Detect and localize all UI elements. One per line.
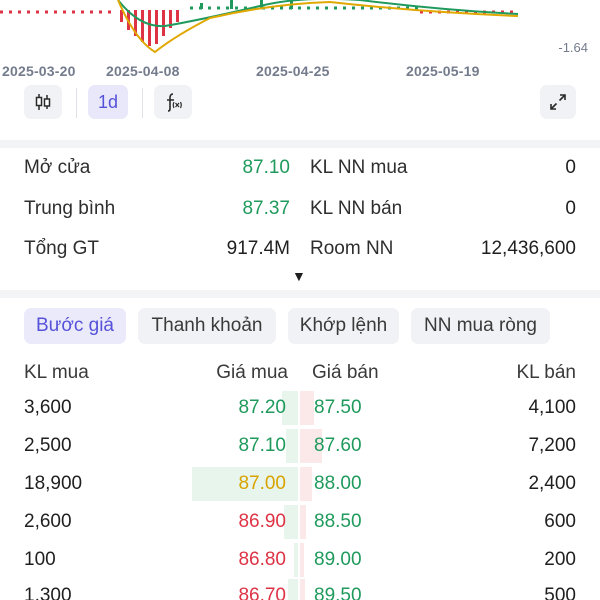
x-axis-label: 2025-03-20 [2, 63, 76, 79]
ask-price-header: Giá bán [312, 362, 379, 383]
x-axis-label: 2025-04-25 [256, 63, 330, 79]
histogram-bar [176, 10, 179, 22]
tab-label: Bước giá [36, 315, 114, 336]
bid-depth-bar [286, 429, 298, 463]
ask-price: 88.00 [314, 473, 362, 494]
average-value: 87.37 [242, 198, 290, 219]
foreign-room-label: Room NN [310, 238, 394, 259]
ask-depth-bar [300, 543, 304, 577]
bid-volume: 1,300 [24, 585, 72, 600]
x-axis-label: 2025-04-08 [106, 63, 180, 79]
ask-price: 88.50 [314, 511, 362, 532]
info-row-open: Mở cửa 87.10 KL NN mua 0 [0, 157, 600, 197]
macd-chart[interactable]: 2025-03-20 2025-04-08 2025-04-25 2025-05… [0, 0, 600, 82]
ask-volume-header: KL bán [516, 362, 576, 383]
expand-chart-button[interactable] [540, 85, 576, 119]
tab-matched-orders[interactable]: Khớp lệnh [288, 308, 399, 344]
section-divider [0, 140, 600, 148]
ask-price: 87.60 [314, 435, 362, 456]
toolbar-separator [142, 88, 143, 118]
bid-depth-bar [294, 543, 298, 577]
foreign-buy-label: KL NN mua [310, 157, 408, 178]
bid-price-header: Giá mua [216, 362, 288, 383]
bid-volume: 100 [24, 549, 56, 570]
ask-volume: 200 [544, 549, 576, 570]
foreign-sell-label: KL NN bán [310, 198, 403, 219]
candlestick-icon [35, 94, 51, 110]
interval-button[interactable]: 1d [88, 85, 128, 119]
ask-volume: 2,400 [528, 473, 576, 494]
ask-depth-bar [300, 579, 305, 600]
orderbook-row[interactable]: 1,300 86.70 89.50 500 [0, 579, 600, 600]
bid-volume: 3,600 [24, 397, 72, 418]
expand-details-caret[interactable]: ▼ [292, 268, 306, 284]
indicator-button[interactable] [154, 85, 192, 119]
ask-volume: 600 [544, 511, 576, 532]
ask-depth-bar [300, 391, 314, 425]
bid-volume: 18,900 [24, 473, 83, 494]
ask-volume: 500 [544, 585, 576, 600]
histogram-bar [162, 10, 165, 36]
bid-price: 86.70 [238, 585, 286, 600]
toolbar-separator [76, 88, 77, 118]
expand-icon [550, 94, 566, 110]
histogram-bar [155, 10, 158, 44]
tab-price-steps[interactable]: Bước giá [24, 308, 126, 344]
open-value: 87.10 [242, 157, 290, 178]
foreign-sell-value: 0 [565, 198, 576, 219]
ask-price: 87.50 [314, 397, 362, 418]
bid-volume: 2,600 [24, 511, 72, 532]
info-row-average: Trung bình 87.37 KL NN bán 0 [0, 198, 600, 238]
ask-volume: 7,200 [528, 435, 576, 456]
histogram-bar [148, 10, 151, 46]
bid-volume: 2,500 [24, 435, 72, 456]
ask-price: 89.50 [314, 585, 362, 600]
histogram-bar [200, 3, 203, 9]
ask-depth-bar [300, 505, 306, 539]
total-value-label: Tổng GT [24, 238, 99, 259]
bid-price: 87.10 [238, 435, 286, 456]
bid-price: 86.80 [238, 549, 286, 570]
bid-price: 87.00 [238, 473, 286, 494]
orderbook-tabs: Bước giá Thanh khoản Khớp lệnh NN mua rò… [0, 308, 600, 346]
bid-depth-bar [284, 505, 298, 539]
tab-liquidity[interactable]: Thanh khoản [138, 308, 276, 344]
open-label: Mở cửa [24, 157, 91, 178]
foreign-buy-value: 0 [565, 157, 576, 178]
ask-depth-bar [300, 467, 312, 501]
foreign-room-value: 12,436,600 [480, 238, 576, 259]
bid-depth-bar [288, 579, 298, 600]
tab-label: Thanh khoản [151, 315, 263, 336]
histogram-bar [230, 0, 233, 9]
bid-volume-header: KL mua [24, 362, 89, 383]
macd-plot[interactable] [0, 0, 600, 62]
x-axis-label: 2025-05-19 [406, 63, 480, 79]
histogram-bar [141, 10, 144, 42]
tab-foreign-net-buy[interactable]: NN mua ròng [411, 308, 550, 344]
total-value: 917.4M [226, 238, 290, 259]
bid-price: 87.20 [238, 397, 286, 418]
bid-price: 86.90 [238, 511, 286, 532]
tab-label: Khớp lệnh [299, 315, 388, 336]
average-label: Trung bình [24, 198, 116, 219]
y-axis-label: -1.64 [558, 40, 588, 55]
tab-label: NN mua ròng [424, 315, 537, 336]
section-divider [0, 290, 600, 298]
ask-price: 89.00 [314, 549, 362, 570]
ask-volume: 4,100 [528, 397, 576, 418]
chart-toolbar: 1d [0, 84, 600, 124]
chart-type-button[interactable] [24, 85, 62, 119]
interval-label: 1d [97, 91, 119, 112]
function-icon [167, 93, 182, 112]
